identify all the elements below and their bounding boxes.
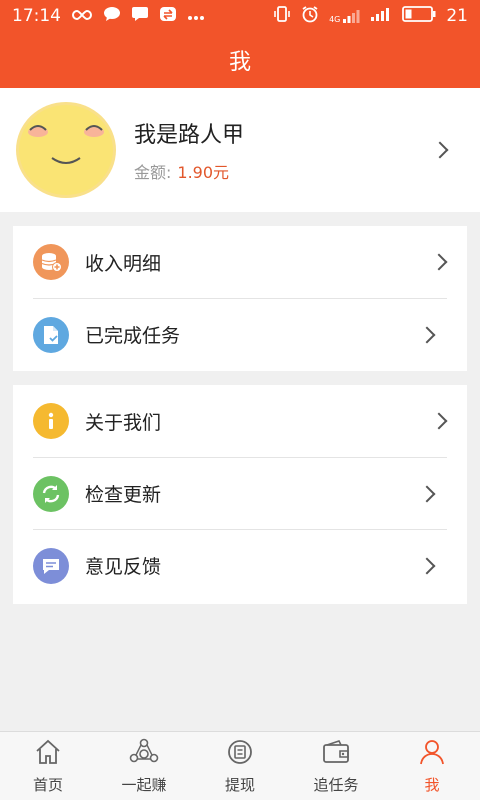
tab-label: 提现 [224,775,255,794]
page-title: 我 [228,50,251,75]
refresh-icon [33,475,69,512]
profile-card[interactable]: 我是路人甲 金额: 1.90元 [0,88,480,212]
signal-icon [370,6,392,27]
balance-value: 1.90元 [177,163,230,182]
chevron-right-icon [430,412,448,430]
bottom-tab-bar: 首页 一起赚 提现 追任务 我 [0,731,480,800]
chevron-right-icon [418,557,436,575]
status-time: 17:14 [12,6,61,26]
info-icon [33,403,69,439]
tab-earn-together[interactable]: 一起赚 [96,732,192,800]
profile-name: 我是路人甲 [134,123,245,148]
tab-withdraw[interactable]: 提现 [192,732,288,800]
tab-home[interactable]: 首页 [0,732,96,800]
network-label: 4G [329,15,341,24]
vibrate-icon [273,5,291,27]
chat-bubble-icon [103,6,121,27]
tab-label: 追任务 [313,775,359,794]
tab-label: 一起赚 [121,775,167,794]
balance-row: 金额: 1.90元 [134,159,244,183]
menu-item-label: 意见反馈 [85,556,162,578]
title-bar: 我 [0,32,480,88]
menu-item-label: 已完成任务 [85,325,181,347]
status-bar: 17:14 4G 21 [0,0,480,32]
menu-item-about-us[interactable]: 关于我们 [13,385,467,457]
menu-item-feedback[interactable]: 意见反馈 [33,529,447,601]
wallet-icon [321,738,351,774]
chevron-right-icon [430,253,448,271]
more-dots-icon [187,6,205,26]
alarm-icon [301,5,319,28]
message-icon [131,6,149,27]
sync-icon [159,6,177,27]
chevron-right-icon [418,485,436,503]
menu-item-completed-tasks[interactable]: 已完成任务 [33,298,447,370]
tab-me[interactable]: 我 [384,732,480,800]
chevron-right-icon [418,326,436,344]
tab-label: 首页 [32,775,63,794]
menu-group-account: 收入明细 已完成任务 [13,226,467,371]
4g-signal-icon: 4G [329,8,360,24]
share-earn-icon [129,738,159,774]
infinity-icon [71,6,93,26]
tab-chase-tasks[interactable]: 追任务 [288,732,384,800]
battery-icon [402,5,436,27]
menu-item-label: 关于我们 [85,411,162,434]
menu-item-label: 检查更新 [85,484,162,506]
balance-label: 金额: [134,163,172,182]
feedback-icon [33,547,69,584]
document-check-icon [33,316,69,353]
coins-icon [33,244,69,280]
home-icon [33,738,63,774]
menu-item-income-details[interactable]: 收入明细 [13,226,467,298]
tab-label: 我 [424,775,440,794]
menu-group-app: 关于我们 检查更新 意见反馈 [13,385,467,604]
chevron-right-icon [431,141,449,159]
avatar [14,100,118,200]
menu-item-label: 收入明细 [85,252,162,275]
profile-icon [417,738,447,774]
battery-level: 21 [446,6,468,26]
withdraw-icon [225,738,255,774]
menu-item-check-update[interactable]: 检查更新 [33,457,447,529]
